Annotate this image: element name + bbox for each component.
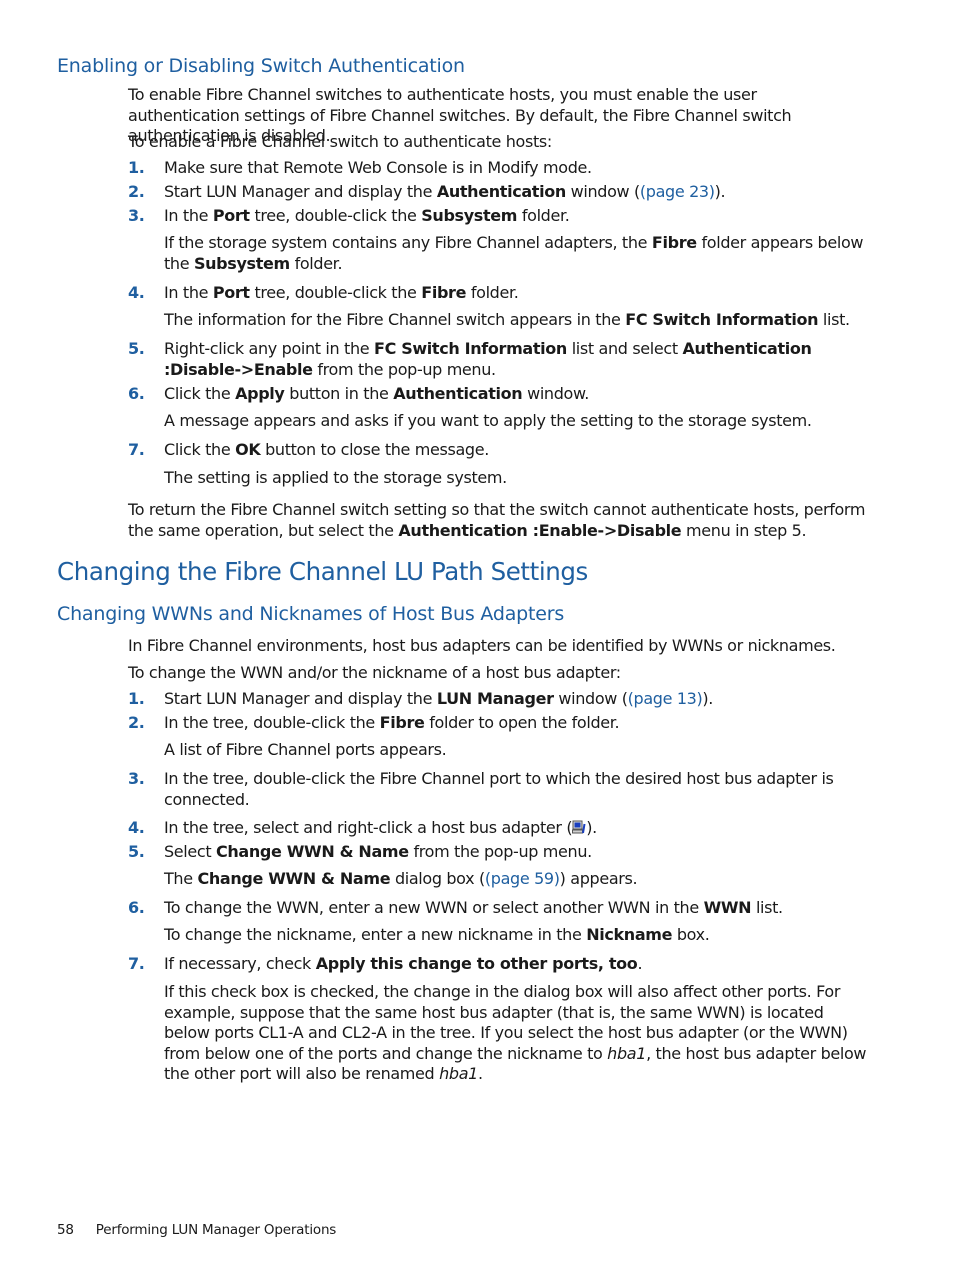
- step-number: 2.: [128, 182, 145, 201]
- step-text: Start LUN Manager and display the LUN Ma…: [164, 689, 714, 708]
- step-note: A list of Fibre Channel ports appears.: [164, 740, 447, 759]
- page-link[interactable]: (page 13): [628, 689, 703, 708]
- step-number: 6.: [128, 898, 145, 917]
- step-number: 7.: [128, 440, 145, 459]
- step-text: To change the WWN, enter a new WWN or se…: [164, 898, 783, 917]
- list-item: 6. To change the WWN, enter a new WWN or…: [128, 898, 868, 919]
- step-text: Click the Apply button in the Authentica…: [164, 384, 589, 403]
- step-note: If this check box is checked, the change…: [164, 982, 867, 1083]
- page-link[interactable]: (page 59): [485, 869, 560, 888]
- list-item: 4. In the tree, select and right-click a…: [128, 818, 868, 839]
- step-number: 5.: [128, 339, 145, 358]
- step-number: 6.: [128, 384, 145, 403]
- list-item: 6. Click the Apply button in the Authent…: [128, 384, 868, 405]
- step-note: The setting is applied to the storage sy…: [164, 468, 507, 487]
- step-text: In the Port tree, double-click the Fibre…: [164, 283, 519, 302]
- step-note: The information for the Fibre Channel sw…: [164, 310, 850, 329]
- paragraph: To enable a Fibre Channel switch to auth…: [128, 132, 552, 151]
- list-item: 5. Select Change WWN & Name from the pop…: [128, 842, 868, 863]
- step-note: If the storage system contains any Fibre…: [164, 233, 864, 273]
- paragraph: To change the WWN and/or the nickname of…: [128, 663, 621, 682]
- step-text: In the tree, double-click the Fibre Chan…: [164, 769, 834, 809]
- step-number: 1.: [128, 158, 145, 177]
- step-text: In the Port tree, double-click the Subsy…: [164, 206, 570, 225]
- step-note: To change the nickname, enter a new nick…: [164, 925, 710, 944]
- list-item: 3. In the tree, double-click the Fibre C…: [128, 769, 868, 810]
- step-number: 4.: [128, 283, 145, 302]
- host-bus-adapter-icon: [572, 820, 586, 835]
- paragraph: In Fibre Channel environments, host bus …: [128, 636, 836, 655]
- subsection-heading-wwn: Changing WWNs and Nicknames of Host Bus …: [57, 603, 565, 625]
- list-item: 4. In the Port tree, double-click the Fi…: [128, 283, 868, 304]
- list-item: 7. Click the OK button to close the mess…: [128, 440, 868, 461]
- step-note: A message appears and asks if you want t…: [164, 411, 812, 430]
- step-number: 4.: [128, 818, 145, 837]
- chapter-title: Performing LUN Manager Operations: [95, 1222, 337, 1238]
- page-number: 58: [57, 1222, 74, 1238]
- step-text: Make sure that Remote Web Console is in …: [164, 158, 592, 177]
- step-number: 2.: [128, 713, 145, 732]
- step-text: If necessary, check Apply this change to…: [164, 954, 643, 973]
- step-text: In the tree, select and right-click a ho…: [164, 818, 597, 837]
- step-number: 3.: [128, 206, 145, 225]
- step-number: 3.: [128, 769, 145, 788]
- step-text: Start LUN Manager and display the Authen…: [164, 182, 726, 201]
- list-item: 7. If necessary, check Apply this change…: [128, 954, 868, 975]
- step-text: Select Change WWN & Name from the pop-up…: [164, 842, 592, 861]
- list-item: 1. Make sure that Remote Web Console is …: [128, 158, 868, 179]
- page-footer: 58 Performing LUN Manager Operations: [57, 1222, 336, 1238]
- list-item: 1. Start LUN Manager and display the LUN…: [128, 689, 868, 710]
- paragraph: To return the Fibre Channel switch setti…: [128, 500, 866, 540]
- step-text: In the tree, double-click the Fibre fold…: [164, 713, 620, 732]
- step-note: The Change WWN & Name dialog box ((page …: [164, 869, 638, 888]
- list-item: 2. In the tree, double-click the Fibre f…: [128, 713, 868, 734]
- step-number: 1.: [128, 689, 145, 708]
- section-heading-switch-auth: Enabling or Disabling Switch Authenticat…: [57, 55, 465, 77]
- list-item: 3. In the Port tree, double-click the Su…: [128, 206, 868, 227]
- section-heading-lu-path: Changing the Fibre Channel LU Path Setti…: [57, 557, 588, 586]
- step-text: Click the OK button to close the message…: [164, 440, 489, 459]
- step-number: 7.: [128, 954, 145, 973]
- page-link[interactable]: (page 23): [640, 182, 715, 201]
- list-item: 5. Right-click any point in the FC Switc…: [128, 339, 868, 380]
- step-text: Right-click any point in the FC Switch I…: [164, 339, 812, 379]
- step-number: 5.: [128, 842, 145, 861]
- list-item: 2. Start LUN Manager and display the Aut…: [128, 182, 868, 203]
